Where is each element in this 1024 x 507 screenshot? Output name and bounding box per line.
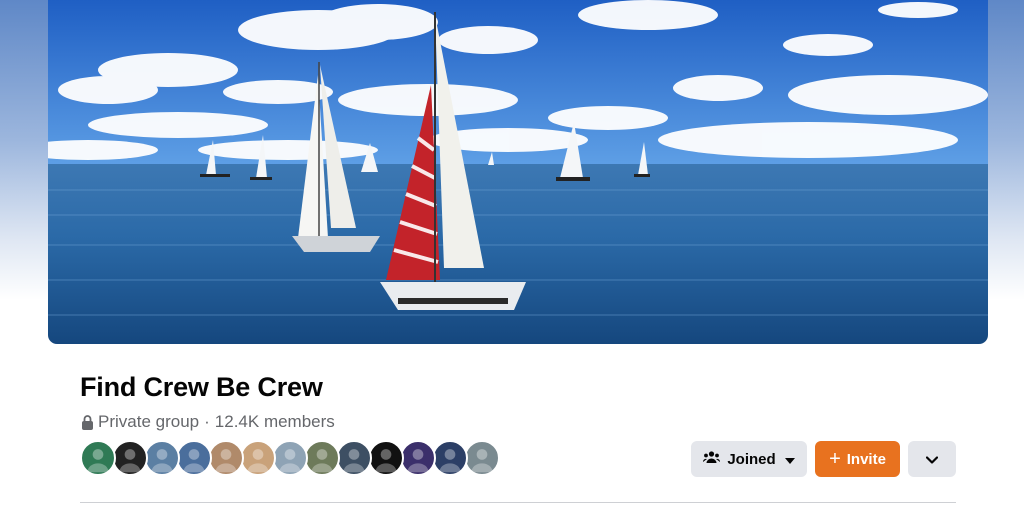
member-avatar[interactable]	[464, 440, 500, 476]
member-avatar[interactable]	[432, 440, 468, 476]
group-name[interactable]: Find Crew Be Crew	[80, 372, 323, 403]
member-avatar[interactable]	[240, 440, 276, 476]
more-options-button[interactable]	[908, 441, 956, 477]
group-meta: Private group · 12.4K members	[81, 412, 335, 432]
invite-button[interactable]: + Invite	[815, 441, 900, 477]
member-avatar[interactable]	[80, 440, 116, 476]
joined-button[interactable]: Joined	[691, 441, 807, 477]
people-icon	[703, 450, 721, 468]
member-avatar[interactable]	[208, 440, 244, 476]
lock-icon	[81, 414, 94, 430]
invite-label: Invite	[846, 450, 886, 468]
member-avatar[interactable]	[304, 440, 340, 476]
member-avatar[interactable]	[272, 440, 308, 476]
member-count[interactable]: 12.4K members	[215, 412, 335, 432]
sailboats-cover-image	[48, 0, 988, 344]
chevron-down-icon	[925, 451, 939, 468]
caret-down-icon	[784, 451, 795, 468]
member-avatar[interactable]	[368, 440, 404, 476]
cover-photo[interactable]	[48, 0, 988, 344]
member-avatar[interactable]	[336, 440, 372, 476]
meta-separator: ·	[204, 412, 210, 431]
member-avatar[interactable]	[176, 440, 212, 476]
plus-icon: +	[829, 447, 841, 470]
header-divider	[80, 502, 956, 503]
member-avatar[interactable]	[144, 440, 180, 476]
privacy-label[interactable]: Private group	[98, 412, 199, 432]
member-avatar-list	[80, 440, 500, 476]
member-avatar[interactable]	[400, 440, 436, 476]
joined-label: Joined	[727, 450, 776, 468]
member-avatar[interactable]	[112, 440, 148, 476]
